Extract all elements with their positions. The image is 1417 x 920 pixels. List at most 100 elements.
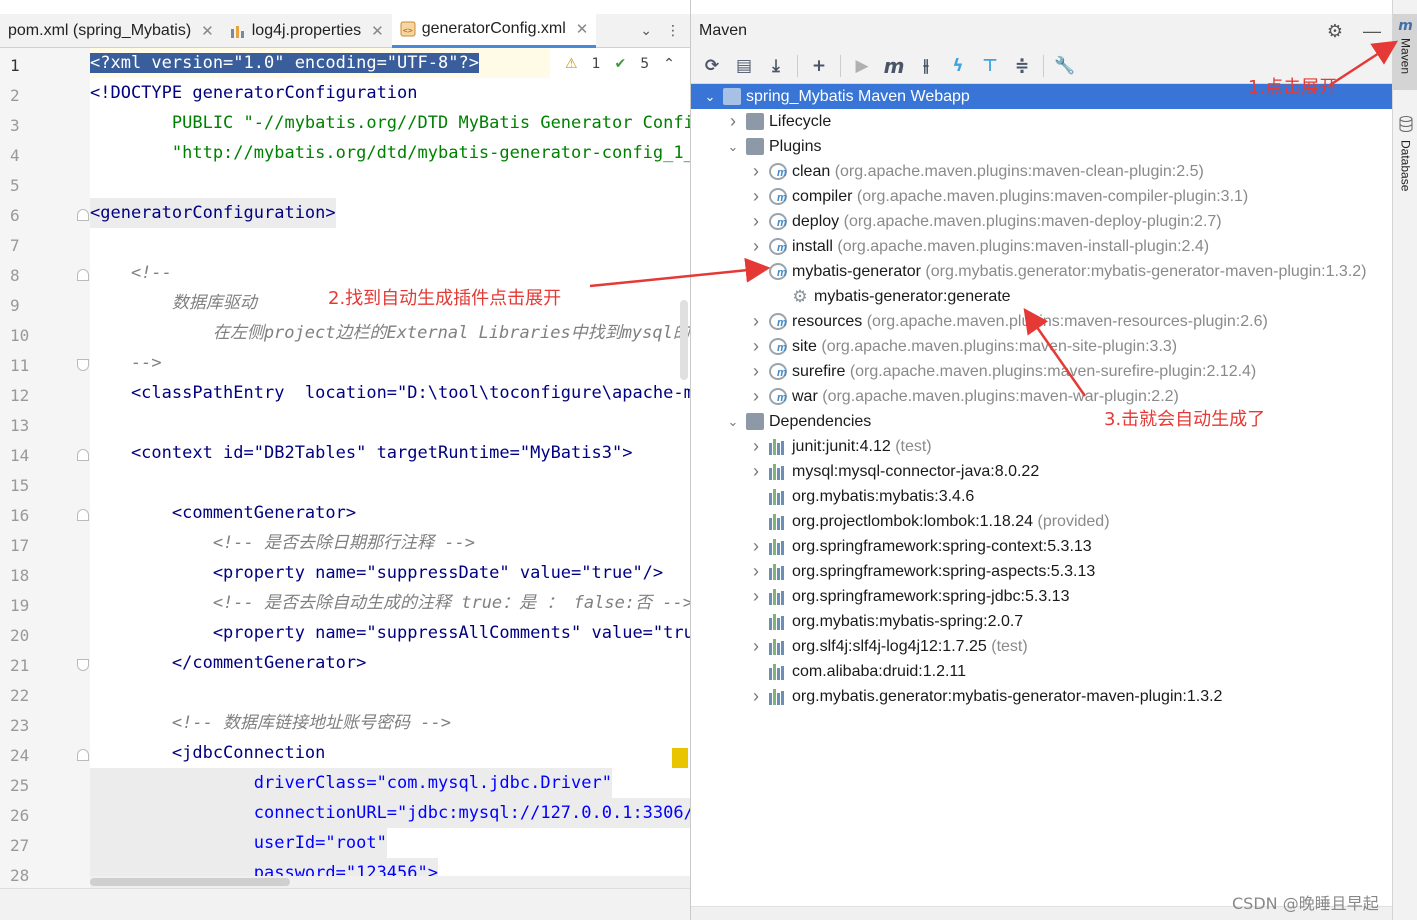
chevron-right-icon[interactable]: › [749,559,763,584]
chevron-up-icon[interactable]: ⌃ [663,56,675,72]
chevron-down-icon[interactable]: ⌄ [749,259,763,284]
execute-goal-icon[interactable]: m [883,54,905,78]
tree-item-plugin-clean[interactable]: › m clean (org.apache.maven.plugins:maven-… [691,159,1393,184]
skip-tests-icon[interactable]: ϟ [947,55,969,77]
run-icon[interactable]: ▶ [851,55,873,77]
chevron-right-icon[interactable]: › [749,184,763,209]
chevron-right-icon[interactable]: › [749,434,763,459]
code-area[interactable]: <?xml version="1.0" encoding="UTF-8"?> <!… [90,48,690,888]
reload-icon[interactable]: ⟳ [701,55,723,77]
fold-marker-icon[interactable] [77,269,89,281]
tree-item-dependency[interactable]: › org.springframework:spring-context:5.3.… [691,534,1393,559]
fold-marker-icon[interactable] [77,209,89,221]
fold-marker-icon[interactable] [77,449,89,461]
chevron-right-icon[interactable]: › [726,109,740,134]
chevron-right-icon[interactable]: › [749,309,763,334]
code-line[interactable]: <!-- 是否去除日期那行注释 --> [90,528,475,558]
toggle-offline-icon[interactable]: ⫲ [915,55,937,77]
code-line[interactable]: <?xml version="1.0" encoding="UTF-8"?> [90,48,550,78]
fold-marker-icon[interactable] [77,359,89,371]
tree-item-plugin-compiler[interactable]: › m compiler (org.apache.maven.plugins:mav… [691,184,1393,209]
chevron-right-icon[interactable]: › [749,209,763,234]
tab-database[interactable]: Database [1393,112,1417,202]
tree-item-dependency[interactable]: › org.springframework:spring-jdbc:5.3.13 [691,584,1393,609]
tree-item-plugin-deploy[interactable]: › m deploy (org.apache.maven.plugins:maven… [691,209,1393,234]
editor-horizontal-scrollbar[interactable] [90,876,690,888]
tree-item-dependency[interactable]: › org.springframework:spring-aspects:5.3.… [691,559,1393,584]
close-icon[interactable]: ✕ [201,22,214,40]
tree-item-plugin-resources[interactable]: › m resources (org.apache.maven.plugins:ma… [691,309,1393,334]
code-line[interactable]: <!DOCTYPE generatorConfiguration [90,78,418,108]
collapse-all-icon[interactable]: ≑ [1011,55,1033,77]
add-icon[interactable]: + [808,55,830,77]
code-line[interactable]: <property name="suppressDate" value="tru… [90,558,663,588]
fold-marker-icon[interactable] [77,659,89,671]
inspection-widget[interactable]: ⚠ 1 ✔ 5 ⌃ ⌄ [565,56,701,72]
code-line[interactable]: 数据库驱动 [90,288,257,318]
code-line[interactable]: </commentGenerator> [90,648,366,678]
tree-item-dependency[interactable]: › junit:junit:4.12 (test) [691,434,1393,459]
code-line[interactable]: <context id="DB2Tables" targetRuntime="M… [90,438,633,468]
tree-item-plugin-war[interactable]: › m war (org.apache.maven.plugins:maven-wa… [691,384,1393,409]
chevron-right-icon[interactable]: › [749,159,763,184]
tab-maven[interactable]: m Maven [1393,14,1417,90]
code-line[interactable]: "http://mybatis.org/dtd/mybatis-generato… [90,138,690,168]
chevron-right-icon[interactable]: › [749,234,763,259]
code-line[interactable]: <!-- [90,258,172,288]
chevron-right-icon[interactable]: › [749,634,763,659]
chevron-down-icon[interactable]: ⌄ [726,134,740,159]
download-icon[interactable]: ⤓ [765,55,787,77]
chevron-right-icon[interactable]: › [749,684,763,709]
code-line[interactable]: <generatorConfiguration> [90,198,336,228]
code-line[interactable]: --> [90,348,162,378]
chevron-down-icon[interactable]: ⌄ [703,84,717,109]
chevron-right-icon[interactable]: › [749,359,763,384]
close-icon[interactable]: ✕ [371,22,384,40]
tree-item-plugin-mybatis-generator[interactable]: ⌄ m mybatis-generator (org.mybatis.generat… [691,259,1393,284]
code-line[interactable]: <jdbcConnection [90,738,326,768]
tab-log4j-properties[interactable]: log4j.properties ✕ [222,14,392,48]
editor-vertical-scrollbar[interactable] [680,300,688,380]
settings-wrench-icon[interactable]: 🔧 [1054,55,1076,77]
show-dependencies-icon[interactable]: ⊤ [979,55,1001,77]
code-line[interactable]: <!-- 是否去除自动生成的注释 true：是 ： false:否 --> [90,588,690,618]
chevron-right-icon[interactable]: › [749,384,763,409]
tab-generatorconfig-xml[interactable]: <> generatorConfig.xml ✕ [391,13,597,48]
tree-item-plugin-site[interactable]: › m site (org.apache.maven.plugins:maven-s… [691,334,1393,359]
close-icon[interactable]: ✕ [576,20,589,38]
tree-item-dependency[interactable]: › org.slf4j:slf4j-log4j12:1.7.25 (test) [691,634,1393,659]
tree-item-plugin-install[interactable]: › m install (org.apache.maven.plugins:mave… [691,234,1393,259]
chevron-down-icon[interactable]: ⌄ [726,409,740,434]
fold-marker-icon[interactable] [77,749,89,761]
code-line[interactable]: driverClass="com.mysql.jdbc.Driver" [90,768,612,798]
gear-icon[interactable]: ⚙ [1327,21,1343,42]
tree-item-plugins[interactable]: ⌄ Plugins [691,134,1393,159]
tree-item-dependency[interactable]: org.projectlombok:lombok:1.18.24 (provid… [691,509,1393,534]
minimize-icon[interactable]: — [1363,21,1381,42]
chevron-down-icon[interactable]: ⌄ [640,23,652,39]
tree-item-dependency[interactable]: › org.mybatis.generator:mybatis-generator… [691,684,1393,709]
tab-pom-xml[interactable]: pom.xml (spring_Mybatis) ✕ [0,14,222,48]
chevron-right-icon[interactable]: › [749,334,763,359]
chevron-right-icon[interactable]: › [749,459,763,484]
tree-item-plugin-surefire[interactable]: › m surefire (org.apache.maven.plugins:mav… [691,359,1393,384]
fold-marker-icon[interactable] [77,509,89,521]
tree-item-dependencies[interactable]: ⌄ Dependencies [691,409,1393,434]
code-line[interactable]: <property name="suppressAllComments" val… [90,618,690,648]
code-line[interactable]: <classPathEntry location="D:\tool\toconf… [90,378,690,408]
tree-item-dependency[interactable]: org.mybatis:mybatis:3.4.6 [691,484,1393,509]
tree-item-goal-generate[interactable]: ⚙ mybatis-generator:generate [691,284,1393,309]
generate-sources-icon[interactable]: ▤ [733,55,755,77]
tree-item-dependency[interactable]: com.alibaba:druid:1.2.11 [691,659,1393,684]
chevron-right-icon[interactable]: › [749,584,763,609]
chevron-right-icon[interactable]: › [749,534,763,559]
tree-item-dependency[interactable]: › mysql:mysql-connector-java:8.0.22 [691,459,1393,484]
code-line[interactable]: connectionURL="jdbc:mysql://127.0.0.1:33… [90,798,690,828]
code-line[interactable]: 在左侧project边栏的External Libraries中找到mysql的… [90,318,690,348]
more-options-icon[interactable]: ⋮ [666,23,680,39]
warning-marker[interactable] [672,748,688,768]
code-line[interactable]: userId="root" [90,828,387,858]
code-line[interactable]: <!-- 数据库链接地址账号密码 --> [90,708,451,738]
tree-item-dependency[interactable]: org.mybatis:mybatis-spring:2.0.7 [691,609,1393,634]
code-line[interactable]: <commentGenerator> [90,498,356,528]
